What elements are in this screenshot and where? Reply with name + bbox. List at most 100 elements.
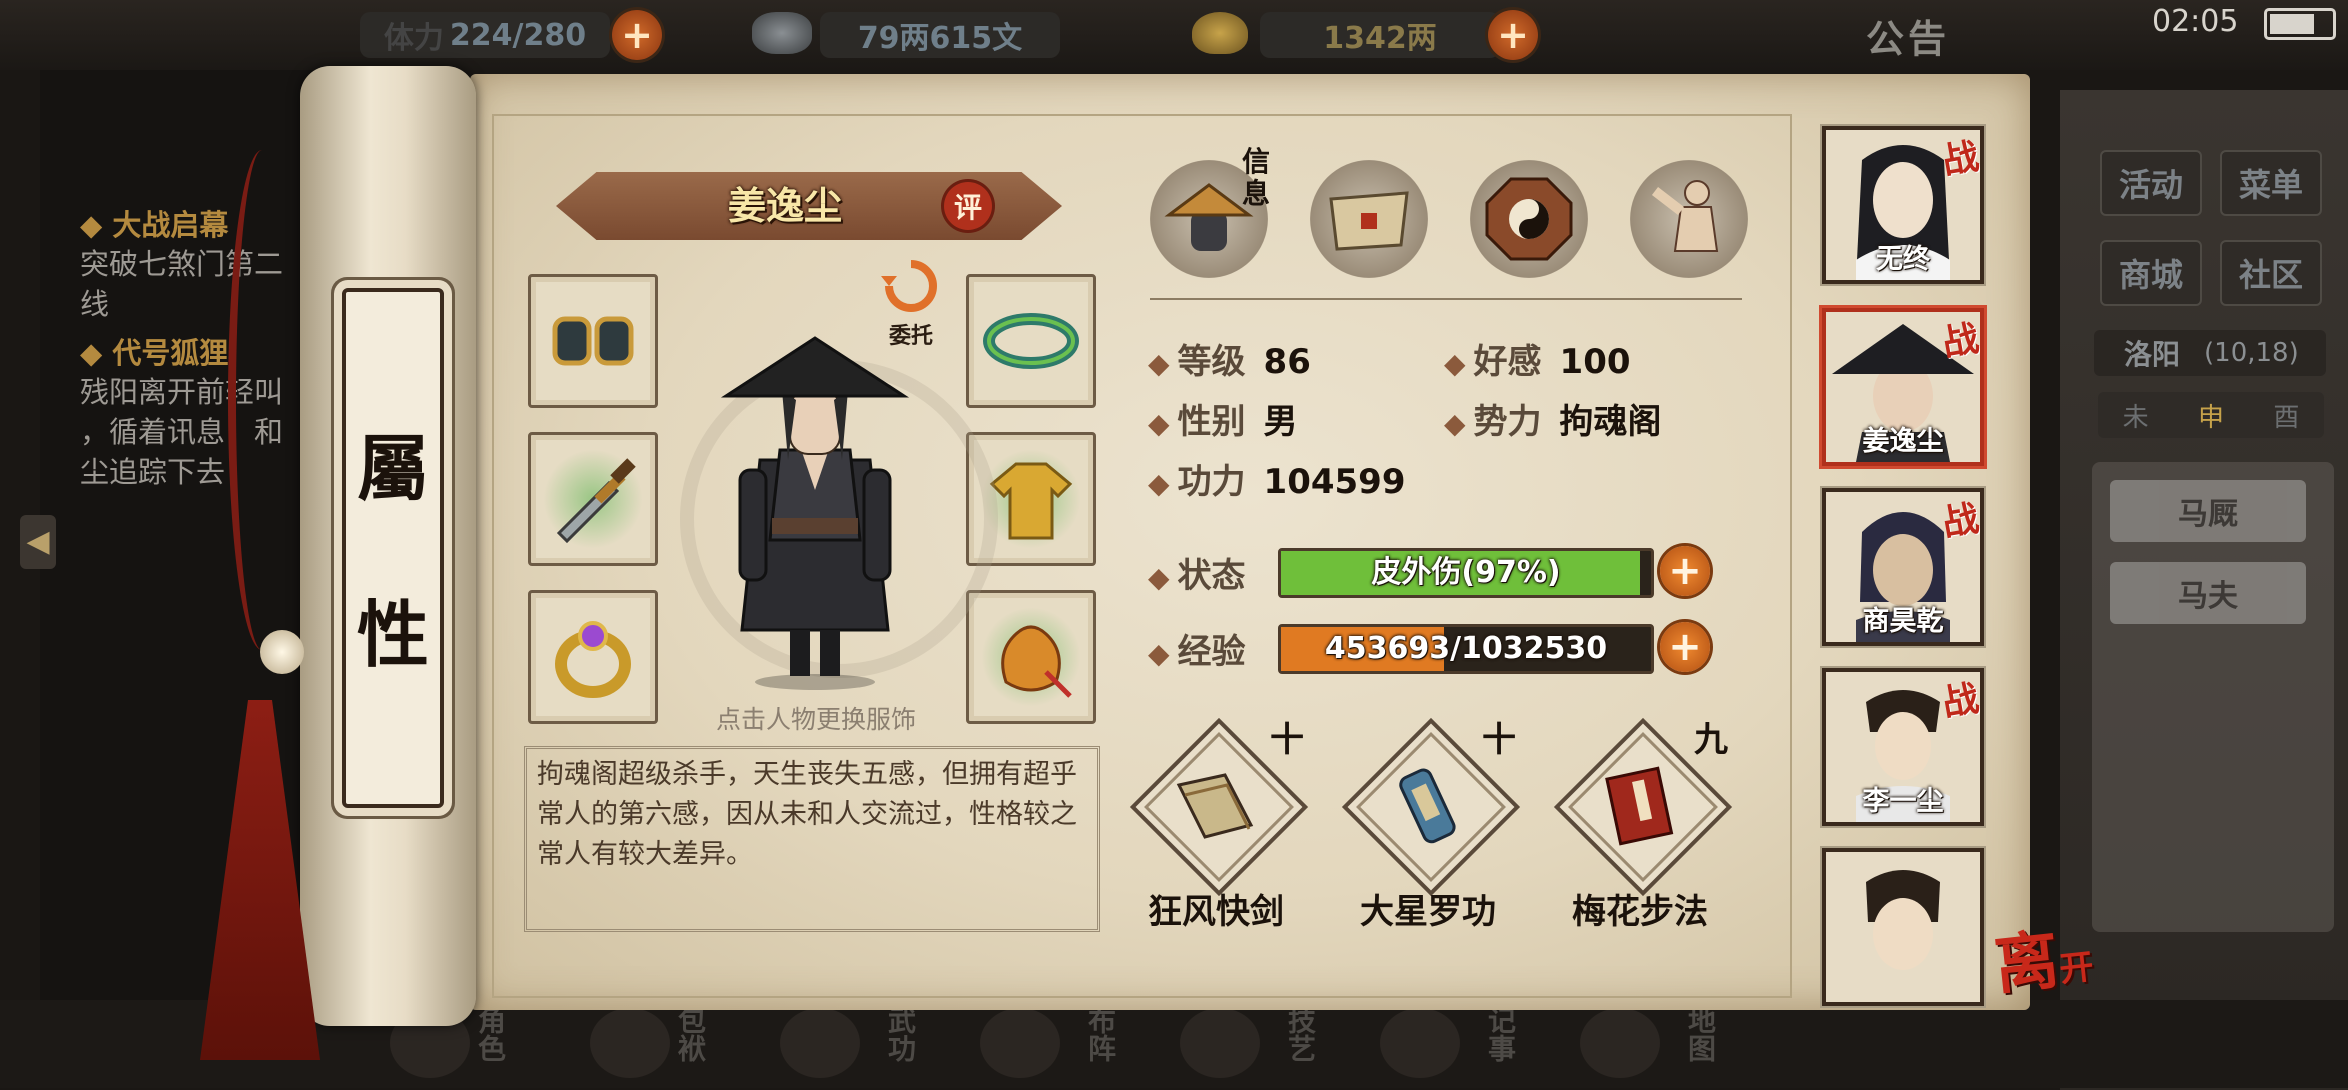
nav-map[interactable]: 地图 — [1680, 1006, 1720, 1082]
formation-nav-icon[interactable] — [980, 1008, 1060, 1078]
scroll-icon — [1329, 191, 1409, 251]
tab-meridian[interactable] — [1630, 160, 1748, 278]
refresh-icon — [881, 260, 937, 312]
quest-title: 大战启幕 — [112, 208, 229, 242]
nav-skills[interactable]: 技艺 — [1280, 1006, 1320, 1082]
stat-faction: ◆ 势力 拘魂阁 — [1444, 402, 1662, 442]
skill-name: 大星罗功 — [1360, 892, 1496, 932]
skill-name: 狂风快剑 — [1148, 892, 1284, 932]
skill-slot-3[interactable] — [1574, 740, 1704, 870]
nav-bag[interactable]: 包袱 — [670, 1006, 710, 1082]
party-member[interactable]: 战 无终 — [1822, 126, 1984, 284]
notice-button[interactable]: 公告 — [1866, 8, 1950, 63]
entrust-label: 委托 — [888, 324, 933, 349]
equip-slot-ring[interactable] — [528, 590, 658, 724]
skill-level: 九 — [1694, 720, 1728, 760]
attribute-tab[interactable] — [342, 288, 444, 808]
robe-icon — [989, 462, 1073, 540]
shop-button[interactable]: 商城 — [2100, 240, 2202, 306]
skill-name: 梅花步法 — [1572, 892, 1708, 932]
status-label: 状态 — [1177, 556, 1246, 596]
groom-button[interactable]: 马夫 — [2110, 562, 2306, 624]
equip-slot-belt[interactable] — [966, 274, 1096, 408]
stat-status: ◆ 状态 — [1148, 556, 1246, 596]
compass-mark: 申 — [2197, 402, 2224, 433]
tab-scroll[interactable] — [1310, 160, 1428, 278]
manual-icon — [1605, 766, 1674, 846]
equip-slot-bracers[interactable] — [528, 274, 658, 408]
stat-level: ◆ 等级 86 — [1148, 342, 1311, 382]
gender-label: 性别 — [1177, 402, 1246, 442]
bagua-icon — [1485, 177, 1573, 261]
nav-character[interactable]: 角色 — [470, 1006, 510, 1082]
location-display: 洛阳 (10,18) — [2094, 330, 2326, 376]
meridian-icon — [1651, 180, 1719, 252]
character-figure[interactable] — [720, 330, 910, 690]
party-member[interactable]: 战 李一尘 — [1822, 668, 1984, 826]
party-member[interactable] — [1822, 848, 1984, 1006]
community-button[interactable]: 社区 — [2220, 240, 2322, 306]
skill-slot-2[interactable] — [1362, 740, 1492, 870]
tab-char: 屬 — [356, 426, 429, 511]
equip-slot-weapon[interactable] — [528, 432, 658, 566]
tab-bagua[interactable] — [1470, 160, 1588, 278]
money-display: 79两615文 — [820, 12, 1060, 58]
menu-button[interactable]: 菜单 — [2220, 150, 2322, 216]
stat-affinity: ◆ 好感 100 — [1444, 342, 1631, 382]
heal-button[interactable]: + — [1660, 546, 1710, 596]
party-name: 姜逸尘 — [1862, 426, 1944, 457]
location-name: 洛阳 — [2124, 338, 2181, 371]
level-label: 等级 — [1177, 342, 1246, 382]
add-exp-button[interactable]: + — [1660, 622, 1710, 672]
scroll-icon — [1399, 768, 1456, 844]
tab-info-label: 信息 — [1242, 145, 1271, 210]
rate-button[interactable]: 评 — [944, 182, 992, 230]
compass-mark: 未 — [2122, 402, 2149, 433]
exp-label: 经验 — [1177, 632, 1246, 672]
change-outfit-hint: 点击人物更换服饰 — [715, 705, 916, 734]
skills-nav-icon[interactable] — [1180, 1008, 1260, 1078]
nav-formation[interactable]: 布阵 — [1080, 1006, 1120, 1082]
stamina-label: 体力 — [383, 21, 444, 56]
exp-bar: 453693/1032530 — [1278, 624, 1654, 674]
tassel-bead — [260, 630, 304, 674]
skill-level: 十 — [1482, 720, 1516, 760]
pouch-icon — [1001, 625, 1072, 698]
party-member[interactable]: 战 商昊乾 — [1822, 488, 1984, 646]
location-coords: (10,18) — [2204, 338, 2299, 368]
leave-button[interactable]: 离开 — [1989, 905, 2096, 1007]
equip-slot-charm[interactable] — [966, 590, 1096, 724]
exp-text: 453693/1032530 — [1324, 631, 1608, 666]
gender-value: 男 — [1263, 402, 1298, 442]
party-name: 无终 — [1876, 244, 1930, 275]
stamina-value: 224/280 — [449, 17, 587, 53]
compass-mark: 酉 — [2273, 402, 2300, 433]
leave-label: 离 — [1990, 922, 2063, 1004]
bag-nav-icon[interactable] — [590, 1008, 670, 1078]
stable-button[interactable]: 马厩 — [2110, 480, 2306, 542]
add-stamina-button[interactable]: + — [612, 10, 662, 60]
martial-nav-icon[interactable] — [780, 1008, 860, 1078]
journal-nav-icon[interactable] — [1380, 1008, 1460, 1078]
faction-label: 势力 — [1473, 402, 1542, 442]
power-value: 104599 — [1263, 462, 1406, 502]
bracers-icon — [552, 316, 634, 366]
character-name: 姜逸尘 — [727, 184, 842, 228]
faction-value: 拘魂阁 — [1559, 402, 1662, 442]
portrait-icon — [1866, 870, 1940, 970]
nav-journal[interactable]: 记事 — [1480, 1006, 1520, 1082]
stat-exp: ◆ 经验 — [1148, 632, 1246, 672]
collapse-left-icon[interactable]: ◀ — [20, 515, 56, 569]
divider — [1150, 298, 1742, 300]
nav-martial[interactable]: 武功 — [880, 1006, 920, 1082]
map-nav-icon[interactable] — [1580, 1008, 1660, 1078]
power-label: 功力 — [1177, 462, 1246, 502]
party-member[interactable]: 战 姜逸尘 — [1822, 308, 1984, 466]
activity-button[interactable]: 活动 — [2100, 150, 2202, 216]
status-bar: 皮外伤(97%) — [1278, 548, 1654, 598]
entrust-button[interactable]: 委托 — [876, 258, 946, 350]
stat-power: ◆ 功力 104599 — [1148, 462, 1406, 502]
add-gold-button[interactable]: + — [1488, 10, 1538, 60]
status-text: 皮外伤(97%) — [1371, 555, 1561, 590]
skill-slot-1[interactable] — [1150, 740, 1280, 870]
